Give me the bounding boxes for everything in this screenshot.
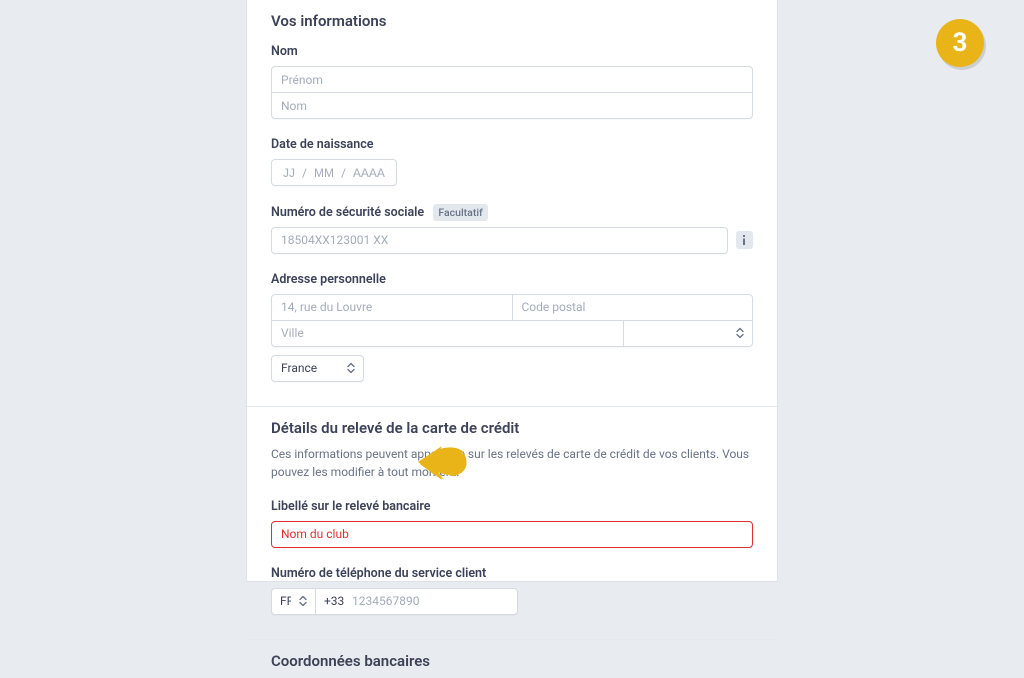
section-title: Coordonnées bancaires bbox=[271, 652, 753, 670]
phone-number-input[interactable] bbox=[315, 588, 518, 615]
descriptor-label: Libellé sur le relevé bancaire bbox=[271, 499, 431, 514]
section-title: Vos informations bbox=[271, 12, 753, 30]
dob-row: / / bbox=[271, 159, 397, 186]
date-separator: / bbox=[298, 166, 311, 180]
phone-country-select[interactable]: FR bbox=[271, 588, 316, 615]
section-title: Détails du relevé de la carte de crédit bbox=[271, 419, 753, 437]
first-name-input[interactable] bbox=[271, 66, 753, 93]
section-personal-info: Vos informations Nom Date de naissance /… bbox=[247, 0, 777, 407]
city-input[interactable] bbox=[271, 320, 624, 347]
last-name-input[interactable] bbox=[271, 92, 753, 119]
phone-label: Numéro de téléphone du service client bbox=[271, 566, 486, 581]
section-bank-details: Coordonnées bancaires bbox=[247, 640, 777, 678]
dob-year-input[interactable] bbox=[350, 160, 388, 185]
step-number-badge: 3 bbox=[936, 19, 984, 67]
form-container: Vos informations Nom Date de naissance /… bbox=[247, 0, 777, 581]
dob-month-input[interactable] bbox=[311, 160, 337, 185]
name-label: Nom bbox=[271, 44, 298, 59]
ssn-label: Numéro de sécurité sociale bbox=[271, 205, 424, 220]
field-ssn: Numéro de sécurité sociale Facultatif bbox=[271, 204, 753, 254]
country-select[interactable]: France bbox=[271, 355, 364, 382]
info-icon[interactable] bbox=[736, 231, 753, 249]
section-statement-details: Détails du relevé de la carte de crédit … bbox=[247, 407, 777, 640]
address-label: Adresse personnelle bbox=[271, 272, 386, 287]
field-support-phone: Numéro de téléphone du service client FR… bbox=[271, 566, 753, 615]
dob-label: Date de naissance bbox=[271, 137, 374, 152]
section-description: Ces informations peuvent apparaître sur … bbox=[271, 445, 753, 481]
field-address: Adresse personnelle France bbox=[271, 272, 753, 382]
optional-badge: Facultatif bbox=[433, 204, 487, 221]
field-name: Nom bbox=[271, 44, 753, 119]
field-dob: Date de naissance / / bbox=[271, 137, 753, 186]
dob-day-input[interactable] bbox=[280, 160, 298, 185]
statement-descriptor-input[interactable] bbox=[271, 521, 753, 548]
field-statement-descriptor: Libellé sur le relevé bancaire bbox=[271, 499, 753, 548]
ssn-input[interactable] bbox=[271, 227, 728, 254]
state-select[interactable] bbox=[623, 320, 753, 347]
street-input[interactable] bbox=[271, 294, 513, 321]
date-separator: / bbox=[337, 166, 350, 180]
postal-input[interactable] bbox=[512, 294, 754, 321]
